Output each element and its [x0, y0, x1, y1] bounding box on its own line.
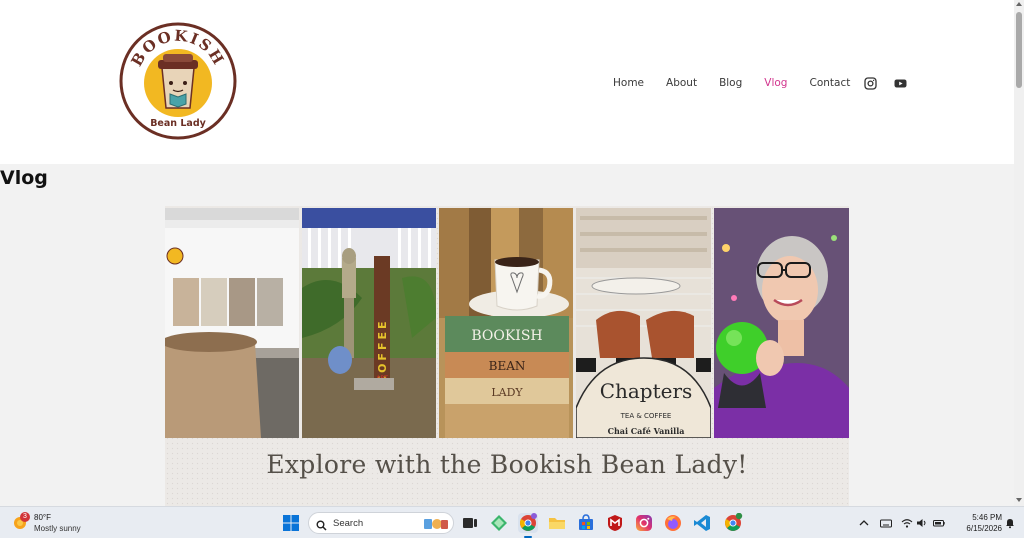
nav-contact[interactable]: Contact: [809, 77, 850, 89]
weather-widget[interactable]: 3 80°F Mostly sunny: [12, 512, 102, 536]
scroll-thumb[interactable]: [1016, 12, 1022, 88]
main-nav: Home About Blog Vlog Contact: [613, 76, 872, 90]
mcafee-icon[interactable]: [605, 513, 625, 533]
svg-text:BOOKISH: BOOKISH: [128, 27, 229, 70]
instagram-icon[interactable]: [864, 77, 877, 90]
banner-tagline: Explore with the Bookish Bean Lady!: [266, 450, 748, 479]
search-highlight-icon: [423, 516, 449, 531]
file-explorer-icon[interactable]: [547, 513, 567, 533]
chapters-sign-title: Chapters: [600, 379, 693, 403]
nav-home[interactable]: Home: [613, 77, 644, 89]
nav-vlog[interactable]: Vlog: [764, 77, 787, 89]
chapters-sign-bottom: Chai Café Vanilla: [608, 426, 685, 436]
chrome-profile-icon[interactable]: [723, 513, 743, 533]
banner-panel-cafe: Chapters TEA & COFFEE Chai Café Vanilla: [576, 208, 711, 438]
nav-about[interactable]: About: [666, 77, 697, 89]
notification-bell-icon[interactable]: [1004, 517, 1016, 529]
scroll-up-arrow-icon[interactable]: [1016, 2, 1022, 6]
book-spine-bookish: BOOKISH: [471, 328, 542, 344]
wifi-icon[interactable]: [901, 517, 913, 529]
windows-start-icon[interactable]: [281, 513, 301, 533]
banner-panel-laptop: [165, 208, 299, 438]
banner-panel-coffee-sign: COFFEE ART: [302, 208, 436, 438]
weather-condition: Mostly sunny: [34, 524, 81, 533]
taskbar-search[interactable]: Search: [308, 512, 454, 534]
search-placeholder: Search: [333, 518, 364, 529]
store-icon[interactable]: [576, 513, 596, 533]
chevron-up-icon[interactable]: [858, 517, 870, 529]
site-logo[interactable]: BOOKISH Bean Lady: [118, 20, 238, 142]
banner-panel-portrait: [714, 208, 849, 438]
windows-taskbar: 3 80°F Mostly sunny Search 5:46 PM 6/15/…: [0, 506, 1024, 538]
chapters-sign-sub: TEA & COFFEE: [620, 412, 672, 420]
page-scrollbar[interactable]: [1014, 0, 1024, 506]
search-icon: [316, 518, 327, 531]
weather-temp: 80°F: [34, 513, 51, 522]
task-view-icon[interactable]: [460, 513, 480, 533]
page-title: Vlog: [0, 167, 48, 189]
logo-bottom-text: Bean Lady: [150, 118, 206, 129]
nav-blog[interactable]: Blog: [719, 77, 742, 89]
banner-panel-book-stack: BOOKISH BEAN LADY: [439, 208, 573, 438]
book-spine-bean: BEAN: [489, 359, 526, 373]
clock-date[interactable]: 6/15/2026: [955, 524, 1002, 533]
vlog-banner-image: COFFEE ART BOOKISH BEAN LADY: [165, 206, 849, 506]
scroll-down-arrow-icon[interactable]: [1016, 498, 1022, 502]
chrome-icon[interactable]: [518, 513, 538, 533]
copilot-icon[interactable]: [489, 513, 509, 533]
vscode-icon[interactable]: [692, 513, 712, 533]
site-header: BOOKISH Bean Lady Home About Blog Vlog C…: [0, 0, 1014, 164]
instagram-app-icon[interactable]: [634, 513, 654, 533]
clock-time[interactable]: 5:46 PM: [960, 513, 1002, 522]
logo-top-text: BOOKISH: [128, 27, 227, 70]
volume-icon[interactable]: [916, 517, 928, 529]
firefox-icon[interactable]: [663, 513, 683, 533]
weather-badge: 3: [20, 512, 30, 522]
battery-icon[interactable]: [933, 517, 945, 529]
book-spine-lady: LADY: [491, 386, 523, 399]
keyboard-icon[interactable]: [880, 517, 892, 529]
youtube-icon[interactable]: [894, 77, 907, 90]
